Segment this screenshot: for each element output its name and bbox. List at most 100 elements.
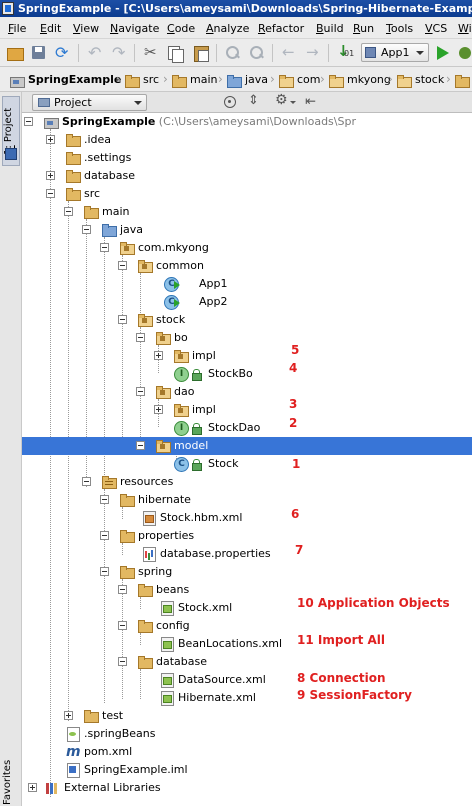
tree-node-external-libraries[interactable]: External Libraries <box>22 779 472 797</box>
collapse-toggle[interactable] <box>118 621 127 630</box>
tree-node-pom[interactable]: pom.xml <box>22 743 472 761</box>
paste-icon[interactable] <box>192 44 210 62</box>
menu-analyze[interactable]: Analyze <box>206 22 249 35</box>
menu-edit[interactable]: Edit <box>40 22 61 35</box>
tree-node-springbeans[interactable]: .springBeans <box>22 725 472 743</box>
menu-window[interactable]: Wi <box>458 22 472 35</box>
menu-refactor[interactable]: Refactor <box>258 22 304 35</box>
run-icon[interactable] <box>433 44 451 62</box>
menu-navigate[interactable]: Navigate <box>110 22 159 35</box>
breadcrumb-item-mkyong[interactable]: mkyong <box>329 71 391 88</box>
tree-node-dao[interactable]: dao <box>22 383 472 401</box>
collapse-toggle[interactable] <box>100 495 109 504</box>
collapse-toggle[interactable] <box>100 531 109 540</box>
collapse-toggle[interactable] <box>46 189 55 198</box>
tree-node-common[interactable]: common <box>22 257 472 275</box>
menu-build[interactable]: Build <box>316 22 344 35</box>
collapse-toggle[interactable] <box>82 477 91 486</box>
tree-node-database-dir[interactable]: database <box>22 653 472 671</box>
tab-favorites[interactable]: Favorites <box>2 758 20 806</box>
tree-node-resources[interactable]: resources <box>22 473 472 491</box>
cut-icon[interactable] <box>142 43 160 62</box>
menu-vcs[interactable]: VCS <box>425 22 447 35</box>
collapse-toggle[interactable] <box>118 315 127 324</box>
tree-node-idea[interactable]: .idea <box>22 131 472 149</box>
tree-node-model[interactable]: model <box>22 437 472 455</box>
save-all-icon[interactable] <box>30 44 48 62</box>
collapse-toggle[interactable] <box>82 225 91 234</box>
collapse-toggle[interactable] <box>118 657 127 666</box>
tree-node-spring[interactable]: spring <box>22 563 472 581</box>
tree-node-bo-impl[interactable]: impl <box>22 347 472 365</box>
expand-toggle[interactable] <box>154 405 163 414</box>
forward-icon[interactable] <box>304 43 322 62</box>
run-configuration-select[interactable]: App1 <box>361 43 429 62</box>
copy-icon[interactable] <box>166 44 184 63</box>
open-folder-icon[interactable] <box>6 44 24 62</box>
collapse-all-icon[interactable] <box>246 93 260 109</box>
tree-node-stockdao[interactable]: StockDao <box>22 419 472 437</box>
replace-icon[interactable] <box>248 44 266 62</box>
collapse-toggle[interactable] <box>64 207 73 216</box>
expand-toggle[interactable] <box>46 171 55 180</box>
tree-node-test[interactable]: test <box>22 707 472 725</box>
breadcrumb-item-springexample[interactable]: SpringExample <box>10 71 121 88</box>
breadcrumb-item-com[interactable]: com <box>279 71 323 88</box>
tree-node-src[interactable]: src <box>22 185 472 203</box>
breadcrumb-item-main[interactable]: main <box>172 71 218 88</box>
tree-node-database[interactable]: database <box>22 167 472 185</box>
collapse-toggle[interactable] <box>136 387 145 396</box>
redo-icon[interactable] <box>110 43 128 62</box>
tree-node-config[interactable]: config <box>22 617 472 635</box>
menu-tools[interactable]: Tools <box>386 22 413 35</box>
breadcrumb-item-more[interactable] <box>455 71 472 88</box>
tree-node-app1[interactable]: App1 <box>22 275 472 293</box>
tree-node-stock-class[interactable]: Stock <box>22 455 472 473</box>
synchronize-icon[interactable] <box>54 43 72 62</box>
find-icon[interactable] <box>224 44 242 62</box>
menu-file[interactable]: File <box>8 22 26 35</box>
tree-node-stockbo[interactable]: StockBo <box>22 365 472 383</box>
tree-node-iml[interactable]: SpringExample.iml <box>22 761 472 779</box>
menu-code[interactable]: Code <box>167 22 195 35</box>
hide-panel-icon[interactable] <box>304 95 318 109</box>
tree-node-main[interactable]: main <box>22 203 472 221</box>
tree-node-hibernate[interactable]: hibernate <box>22 491 472 509</box>
gear-icon[interactable] <box>275 92 296 109</box>
make-project-icon[interactable] <box>336 42 354 62</box>
tree-node-project-root[interactable]: SpringExample (C:\Users\ameysami\Downloa… <box>22 113 472 131</box>
tree-node-dao-impl[interactable]: impl <box>22 401 472 419</box>
collapse-toggle[interactable] <box>118 261 127 270</box>
tree-node-app2[interactable]: App2 <box>22 293 472 311</box>
breadcrumb-item-src[interactable]: src <box>125 71 165 88</box>
tree-node-properties[interactable]: properties <box>22 527 472 545</box>
undo-icon[interactable] <box>86 43 104 62</box>
tree-node-com-mkyong[interactable]: com.mkyong <box>22 239 472 257</box>
breadcrumb-item-stock[interactable]: stock <box>397 71 447 88</box>
tree-node-java[interactable]: java <box>22 221 472 239</box>
expand-toggle[interactable] <box>154 351 163 360</box>
tree-node-bo[interactable]: bo <box>22 329 472 347</box>
collapse-toggle[interactable] <box>100 243 109 252</box>
tree-node-beanlocations[interactable]: BeanLocations.xml <box>22 635 472 653</box>
tree-node-database-properties[interactable]: database.properties <box>22 545 472 563</box>
collapse-toggle[interactable] <box>136 441 145 450</box>
menu-view[interactable]: View <box>73 22 99 35</box>
tree-node-settings[interactable]: .settings <box>22 149 472 167</box>
debug-icon[interactable] <box>456 44 472 62</box>
structure-icon[interactable] <box>5 148 17 160</box>
collapse-toggle[interactable] <box>24 117 33 126</box>
project-view-select[interactable]: Project <box>32 94 147 111</box>
tree-node-stock[interactable]: stock <box>22 311 472 329</box>
back-icon[interactable] <box>280 43 298 62</box>
expand-toggle[interactable] <box>46 135 55 144</box>
tree-node-datasource[interactable]: DataSource.xml <box>22 671 472 689</box>
collapse-toggle[interactable] <box>118 585 127 594</box>
collapse-toggle[interactable] <box>136 333 145 342</box>
tree-node-stock-hbm[interactable]: Stock.hbm.xml <box>22 509 472 527</box>
scroll-from-source-icon[interactable] <box>223 95 237 109</box>
collapse-toggle[interactable] <box>100 567 109 576</box>
breadcrumb-item-java[interactable]: java <box>227 71 271 88</box>
expand-toggle[interactable] <box>64 711 73 720</box>
expand-toggle[interactable] <box>28 783 37 792</box>
